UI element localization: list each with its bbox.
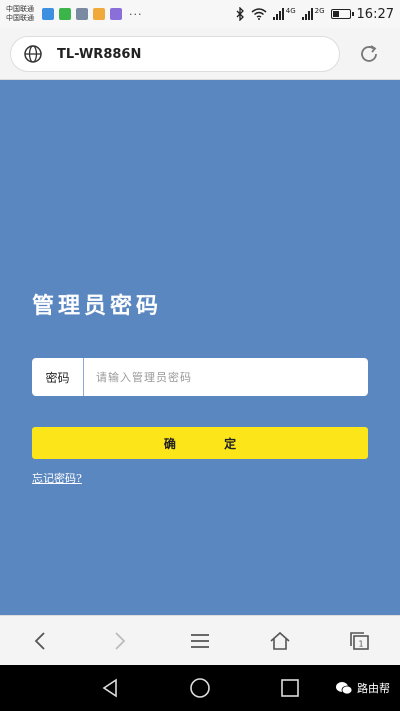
status-bar: 中国联通 中国联通 ··· 4G 2G 16:27 xyxy=(0,0,400,28)
signal-strength-1-icon xyxy=(272,8,284,20)
password-input[interactable] xyxy=(84,358,368,396)
network-type-1: 4G xyxy=(285,6,296,15)
wifi-icon xyxy=(251,8,267,20)
browser-toolbar: 1 xyxy=(0,615,400,665)
triangle-back-icon xyxy=(102,678,117,698)
gallery-icon xyxy=(76,8,88,20)
password-field-group: 密码 xyxy=(32,358,368,396)
tabs-icon: 1 xyxy=(350,631,369,650)
more-notifications-icon: ··· xyxy=(129,7,143,21)
forward-button[interactable] xyxy=(100,621,140,661)
forgot-password-link[interactable]: 忘记密码? xyxy=(32,470,82,486)
cloud-app-icon xyxy=(42,8,54,20)
circle-home-icon xyxy=(190,678,210,698)
confirm-button[interactable]: 确 定 xyxy=(32,427,368,459)
back-button[interactable] xyxy=(20,621,60,661)
nav-back-button[interactable] xyxy=(98,676,122,700)
chevron-right-icon xyxy=(115,631,126,650)
network-type-2: 2G xyxy=(314,6,325,15)
nav-recents-button[interactable] xyxy=(278,676,302,700)
login-page: 管理员密码 密码 确 定 忘记密码? xyxy=(0,80,400,615)
carrier-label-1: 中国联通 xyxy=(6,5,34,13)
chevron-left-icon xyxy=(34,631,45,650)
battery-icon xyxy=(330,9,354,19)
reload-icon[interactable] xyxy=(358,43,380,65)
square-recents-icon xyxy=(281,679,299,697)
watermark-text: 路由帮 xyxy=(357,682,390,695)
system-status: 4G 2G 16:27 xyxy=(235,7,394,22)
menu-button[interactable] xyxy=(180,621,220,661)
chat-app-icon xyxy=(110,8,122,20)
photo-app-icon xyxy=(93,8,105,20)
carrier-label-2: 中国联通 xyxy=(6,14,34,22)
clock: 16:27 xyxy=(356,6,394,22)
page-title: 管理员密码 xyxy=(32,293,163,319)
address-field[interactable]: TL-WR886N xyxy=(10,36,340,72)
system-nav-bar: 路由帮 xyxy=(0,665,400,711)
home-icon xyxy=(270,631,290,650)
carrier-info: 中国联通 中国联通 xyxy=(6,5,34,23)
url-text: TL-WR886N xyxy=(57,46,142,62)
password-label: 密码 xyxy=(32,358,84,396)
home-button[interactable] xyxy=(260,621,300,661)
wechat-watermark-icon xyxy=(336,682,353,695)
svg-text:1: 1 xyxy=(358,639,363,648)
notification-icons: ··· xyxy=(42,8,143,21)
nav-home-button[interactable] xyxy=(188,676,212,700)
globe-icon xyxy=(24,45,42,63)
watermark: 路由帮 xyxy=(335,680,390,696)
tabs-button[interactable]: 1 xyxy=(340,621,380,661)
bluetooth-icon xyxy=(236,7,244,21)
signal-strength-2-icon xyxy=(301,8,313,20)
menu-icon xyxy=(191,633,209,648)
wechat-icon xyxy=(59,8,71,20)
browser-url-bar: TL-WR886N xyxy=(0,28,400,80)
